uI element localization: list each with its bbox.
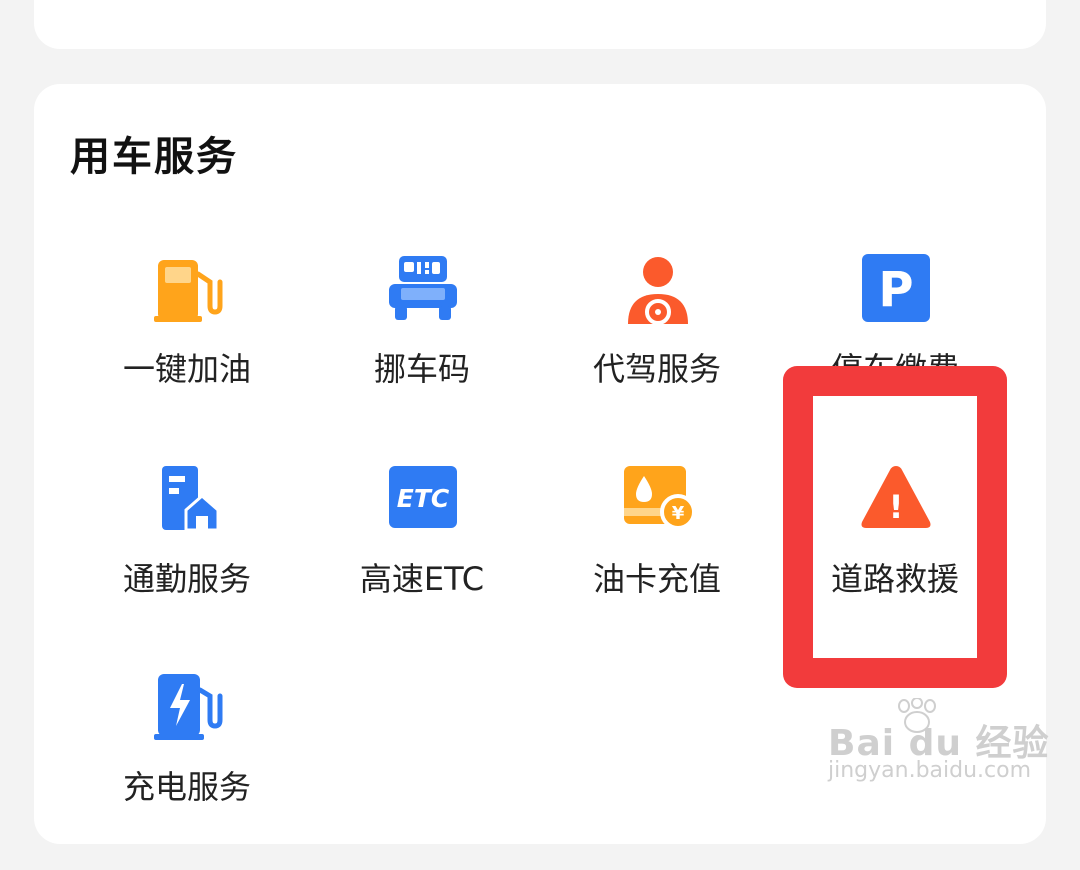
service-label: 代驾服务 xyxy=(592,350,721,388)
section-title: 用车服务 xyxy=(70,134,238,180)
warning-mark: ! xyxy=(889,488,904,526)
car-code-icon xyxy=(387,252,459,324)
service-fuel-card-topup[interactable]: ¥ 油卡充值 xyxy=(539,462,775,662)
driver-icon xyxy=(622,252,694,324)
fuel-pump-icon xyxy=(152,252,224,324)
service-move-car-code[interactable]: 挪车码 xyxy=(304,252,540,452)
service-commute[interactable]: 通勤服务 xyxy=(69,462,305,662)
ev-charger-icon xyxy=(152,670,224,742)
service-highway-etc[interactable]: ETC 高速ETC xyxy=(304,462,540,662)
etc-icon: ETC xyxy=(387,462,459,534)
parking-icon: P xyxy=(860,252,932,324)
commute-building-icon xyxy=(152,462,224,534)
service-fuel[interactable]: 一键加油 xyxy=(69,252,305,452)
service-label: 挪车码 xyxy=(373,350,470,388)
etc-icon-text: ETC xyxy=(397,484,450,513)
fuel-card-icon: ¥ xyxy=(622,462,694,534)
service-ev-charging[interactable]: 充电服务 xyxy=(69,670,305,870)
service-label: 通勤服务 xyxy=(122,560,251,598)
service-road-rescue[interactable]: ! 道路救援 xyxy=(777,462,1013,662)
service-label: 油卡充值 xyxy=(592,560,721,598)
yen-symbol: ¥ xyxy=(672,503,685,524)
service-designated-driver[interactable]: 代驾服务 xyxy=(539,252,775,452)
service-label: 道路救援 xyxy=(830,560,959,598)
service-label: 停车缴费 xyxy=(830,350,959,388)
warning-triangle-icon: ! xyxy=(860,462,932,534)
service-label: 高速ETC xyxy=(359,560,485,598)
top-card xyxy=(34,0,1046,49)
service-label: 一键加油 xyxy=(122,350,251,388)
parking-letter: P xyxy=(878,262,913,318)
service-parking-payment[interactable]: P 停车缴费 xyxy=(777,252,1013,452)
service-label: 充电服务 xyxy=(122,768,251,806)
